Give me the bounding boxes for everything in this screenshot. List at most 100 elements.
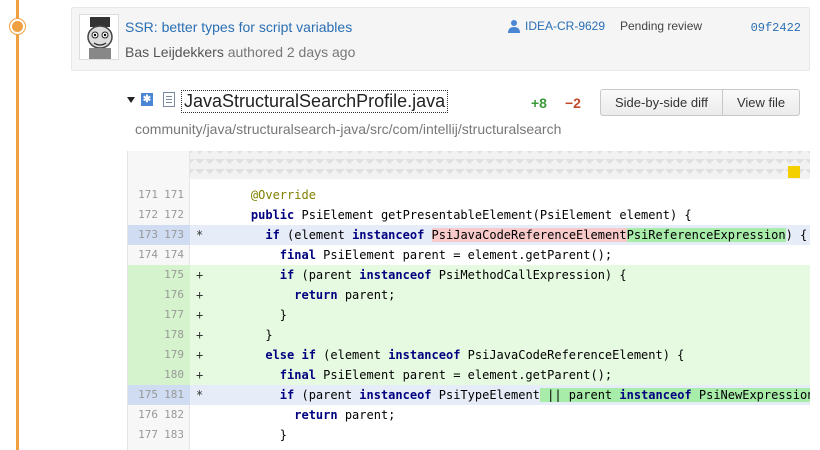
new-line-number: 183 [164,428,184,441]
code-token: if [279,388,295,402]
new-line-number: 180 [164,368,184,381]
diff-line: 175 + if (parent instanceof PsiMethodCall… [128,265,810,285]
old-line-number: 173 [138,228,158,241]
old-line-number: 177 [138,428,158,441]
code-line: else if (element instanceof PsiJavaCodeR… [222,345,684,365]
diff-line: 171 171 @Override [128,185,810,205]
old-line-number: 174 [138,248,158,261]
user-icon [508,20,520,33]
new-line-number: 173 [164,228,184,241]
code-token: @Override [250,188,316,202]
commit-author[interactable]: Bas Leijdekkers [125,44,224,60]
diff-button-group: Side-by-side diff View file [600,89,801,116]
change-mark: + [196,288,204,302]
code-line: return parent; [222,405,395,425]
side-by-side-diff-button[interactable]: Side-by-side diff [600,89,723,116]
code-token: } [222,428,288,442]
timeline-dot [10,19,25,34]
code-line: public PsiElement getPresentableElement(… [222,205,692,225]
code-token: instanceof [388,348,461,362]
code-token: PsiReferenceExpression [626,228,786,242]
code-token: ) { [785,228,808,242]
code-line: return parent; [222,285,395,305]
diff-line: 177 + } [128,305,810,325]
code-token: instanceof [352,228,425,242]
diff-line: 178 + } [128,325,810,345]
new-line-number: 175 [164,268,184,281]
diff-line: 172 172 public PsiElement getPresentableE… [128,205,810,225]
code-token: public [250,208,295,222]
diff-line: 175 181 * if (parent instanceof PsiTypeEle… [128,385,810,405]
change-marker[interactable] [788,166,800,178]
code-token: PsiTypeElement [431,388,540,402]
diff-line: 176 182 return parent; [128,405,810,425]
code-token: PsiMethodCallExpression) { [431,268,627,282]
file-name[interactable]: JavaStructuralSearchProfile.java [181,90,449,113]
diff-rows: 171 171 @Override 172 172 public PsiElement… [128,185,810,445]
added-count: +8 [531,95,547,111]
code-token: instanceof [619,388,692,402]
code-token: parent; [337,408,396,422]
new-line-number: 174 [164,248,184,261]
code-token: PsiJavaCodeReferenceElement [431,228,627,242]
diff-line: 173 173 * if (element instanceof PsiJavaCo… [128,225,810,245]
code-line: if (parent instanceof PsiTypeElement || … [222,385,810,405]
code-line: final PsiElement parent = element.getPar… [222,365,612,385]
new-line-number: 172 [164,208,184,221]
code-token: instanceof [359,388,432,402]
view-file-button[interactable]: View file [722,89,801,116]
code-token: final [279,248,316,262]
diff-line: 176 + return parent; [128,285,810,305]
code-token: PsiElement getPresentableElement(PsiElem… [294,208,692,222]
commit-authored-time: authored 2 days ago [223,44,356,60]
review-link[interactable]: IDEA-CR-9629 [507,19,605,33]
code-token: return [294,288,338,302]
code-token: parent; [337,288,396,302]
diff-line: 179 + else if (element instanceof PsiJava… [128,345,810,365]
collapse-caret-icon[interactable] [127,97,135,103]
collapsed-lines-strip[interactable] [190,151,810,179]
change-mark: + [196,308,204,322]
review-status: Pending review [620,19,703,33]
commit-card: SSR: better types for script variables B… [71,7,810,71]
code-token: else if [265,348,316,362]
commit-title-link[interactable]: SSR: better types for script variables [125,19,352,35]
commit-hash-link[interactable]: 09f2422 [751,21,801,35]
change-mark: * [196,228,204,242]
file-icon [163,92,175,107]
new-line-number: 178 [164,328,184,341]
avatar[interactable] [79,14,119,60]
code-token: (element [315,348,389,362]
code-token: final [279,368,316,382]
old-line-number: 176 [138,408,158,421]
old-line-number: 172 [138,208,158,221]
change-mark: + [196,328,204,342]
review-id: IDEA-CR-9629 [525,19,606,33]
code-token: (parent [294,268,360,282]
code-token: } [222,328,273,342]
new-line-number: 177 [164,308,184,321]
code-token: instanceof [359,268,432,282]
code-line: } [222,425,287,445]
code-token: PsiElement parent = element.getParent(); [315,368,613,382]
code-token: || parent [539,388,620,402]
new-line-number: 179 [164,348,184,361]
timeline-line [16,0,19,450]
code-token: (element [279,228,353,242]
code-token: PsiNewExpression || pa [691,388,810,402]
file-path: community/java/structuralsearch-java/src… [135,121,562,137]
code-token: return [294,408,338,422]
change-mark: + [196,268,204,282]
new-line-number: 176 [164,288,184,301]
old-line-number: 171 [138,188,158,201]
code-token: PsiElement parent = element.getParent(); [315,248,613,262]
change-mark: + [196,368,204,382]
